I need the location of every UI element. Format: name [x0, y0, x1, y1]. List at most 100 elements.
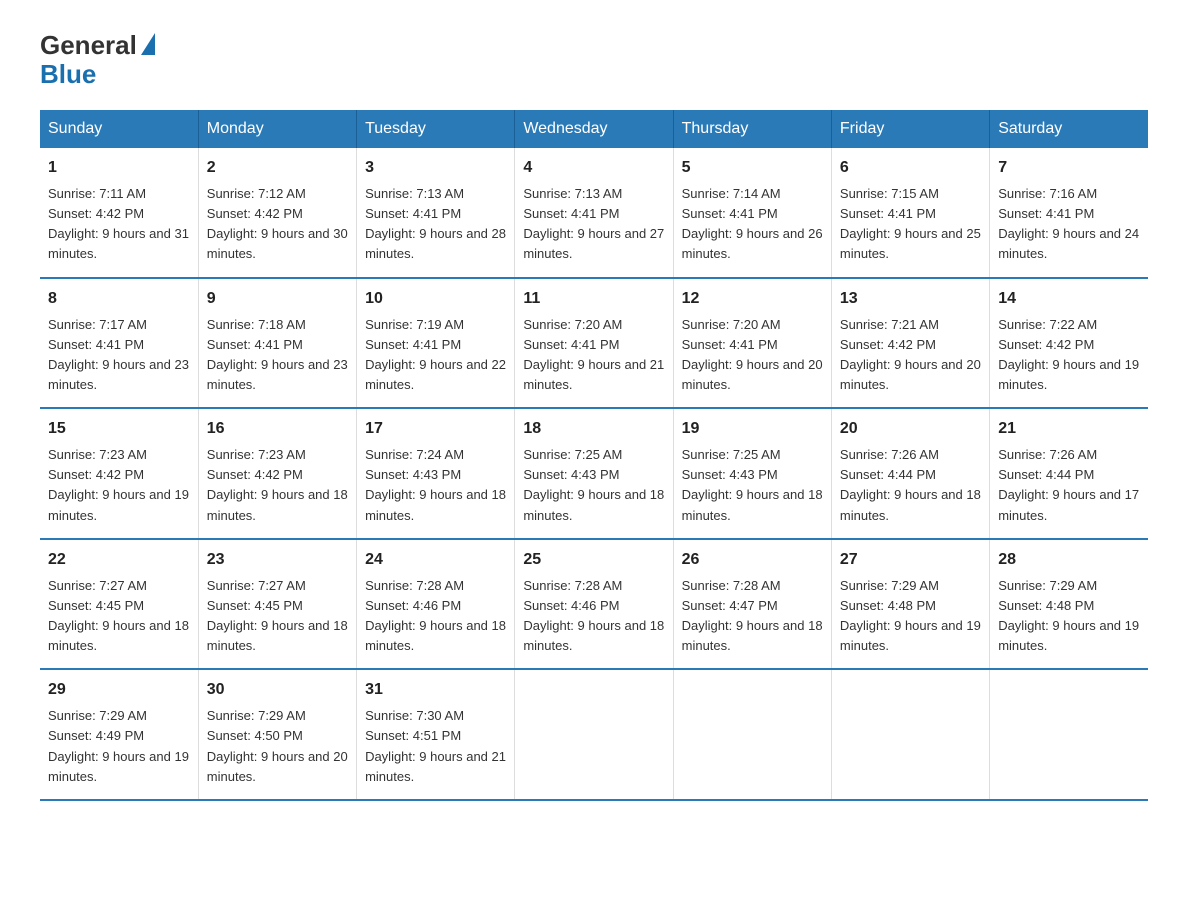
day-number: 20 [840, 417, 981, 441]
day-info: Sunrise: 7:15 AMSunset: 4:41 PMDaylight:… [840, 184, 981, 265]
day-number: 29 [48, 678, 190, 702]
day-number: 31 [365, 678, 506, 702]
calendar-week-5: 29 Sunrise: 7:29 AMSunset: 4:49 PMDayligh… [40, 669, 1148, 800]
logo-general-text: General [40, 30, 137, 61]
day-number: 9 [207, 287, 348, 311]
calendar-cell: 1 Sunrise: 7:11 AMSunset: 4:42 PMDaylight… [40, 148, 198, 278]
calendar-cell: 3 Sunrise: 7:13 AMSunset: 4:41 PMDaylight… [357, 148, 515, 278]
logo: General Blue [40, 30, 155, 90]
day-info: Sunrise: 7:11 AMSunset: 4:42 PMDaylight:… [48, 184, 190, 265]
day-number: 14 [998, 287, 1140, 311]
day-number: 28 [998, 548, 1140, 572]
day-info: Sunrise: 7:23 AMSunset: 4:42 PMDaylight:… [48, 445, 190, 526]
day-number: 7 [998, 156, 1140, 180]
day-info: Sunrise: 7:24 AMSunset: 4:43 PMDaylight:… [365, 445, 506, 526]
calendar-cell [831, 669, 989, 800]
day-info: Sunrise: 7:28 AMSunset: 4:46 PMDaylight:… [365, 576, 506, 657]
calendar-cell: 23Sunrise: 7:27 AMSunset: 4:45 PMDayligh… [198, 539, 356, 670]
calendar-cell: 18 Sunrise: 7:25 AMSunset: 4:43 PMDayligh… [515, 408, 673, 539]
calendar-cell: 28 Sunrise: 7:29 AMSunset: 4:48 PMDayligh… [990, 539, 1148, 670]
day-info: Sunrise: 7:19 AMSunset: 4:41 PMDaylight:… [365, 315, 506, 396]
day-info: Sunrise: 7:20 AMSunset: 4:41 PMDaylight:… [523, 315, 664, 396]
day-info: Sunrise: 7:20 AMSunset: 4:41 PMDaylight:… [682, 315, 823, 396]
day-number: 8 [48, 287, 190, 311]
header-monday: Monday [198, 110, 356, 148]
day-info: Sunrise: 7:30 AMSunset: 4:51 PMDaylight:… [365, 706, 506, 787]
day-info: Sunrise: 7:29 AMSunset: 4:48 PMDaylight:… [998, 576, 1140, 657]
day-info: Sunrise: 7:28 AMSunset: 4:46 PMDaylight:… [523, 576, 664, 657]
calendar-table: SundayMondayTuesdayWednesdayThursdayFrid… [40, 110, 1148, 801]
day-number: 11 [523, 287, 664, 311]
calendar-cell: 26 Sunrise: 7:28 AMSunset: 4:47 PMDayligh… [673, 539, 831, 670]
header-tuesday: Tuesday [357, 110, 515, 148]
day-number: 23 [207, 548, 348, 572]
calendar-week-4: 22 Sunrise: 7:27 AMSunset: 4:45 PMDayligh… [40, 539, 1148, 670]
page-header: General Blue [40, 30, 1148, 90]
calendar-cell: 31 Sunrise: 7:30 AMSunset: 4:51 PMDayligh… [357, 669, 515, 800]
day-number: 12 [682, 287, 823, 311]
logo-triangle-icon [141, 33, 155, 55]
calendar-week-3: 15 Sunrise: 7:23 AMSunset: 4:42 PMDayligh… [40, 408, 1148, 539]
day-number: 24 [365, 548, 506, 572]
day-number: 1 [48, 156, 190, 180]
calendar-cell: 14 Sunrise: 7:22 AMSunset: 4:42 PMDayligh… [990, 278, 1148, 409]
day-info: Sunrise: 7:29 AMSunset: 4:48 PMDaylight:… [840, 576, 981, 657]
calendar-cell: 30 Sunrise: 7:29 AMSunset: 4:50 PMDayligh… [198, 669, 356, 800]
day-info: Sunrise: 7:13 AMSunset: 4:41 PMDaylight:… [523, 184, 664, 265]
calendar-cell: 19Sunrise: 7:25 AMSunset: 4:43 PMDayligh… [673, 408, 831, 539]
day-info: Sunrise: 7:21 AMSunset: 4:42 PMDaylight:… [840, 315, 981, 396]
calendar-cell [673, 669, 831, 800]
calendar-cell: 15 Sunrise: 7:23 AMSunset: 4:42 PMDayligh… [40, 408, 198, 539]
calendar-cell: 6 Sunrise: 7:15 AMSunset: 4:41 PMDaylight… [831, 148, 989, 278]
calendar-cell: 17Sunrise: 7:24 AMSunset: 4:43 PMDayligh… [357, 408, 515, 539]
day-number: 27 [840, 548, 981, 572]
day-number: 18 [523, 417, 664, 441]
day-info: Sunrise: 7:16 AMSunset: 4:41 PMDaylight:… [998, 184, 1140, 265]
calendar-cell: 25 Sunrise: 7:28 AMSunset: 4:46 PMDayligh… [515, 539, 673, 670]
day-number: 4 [523, 156, 664, 180]
day-number: 2 [207, 156, 348, 180]
calendar-week-2: 8 Sunrise: 7:17 AMSunset: 4:41 PMDaylight… [40, 278, 1148, 409]
day-number: 5 [682, 156, 823, 180]
day-info: Sunrise: 7:29 AMSunset: 4:49 PMDaylight:… [48, 706, 190, 787]
day-number: 16 [207, 417, 348, 441]
calendar-cell: 21 Sunrise: 7:26 AMSunset: 4:44 PMDayligh… [990, 408, 1148, 539]
day-number: 13 [840, 287, 981, 311]
header-wednesday: Wednesday [515, 110, 673, 148]
calendar-cell [990, 669, 1148, 800]
calendar-cell: 20Sunrise: 7:26 AMSunset: 4:44 PMDayligh… [831, 408, 989, 539]
day-number: 6 [840, 156, 981, 180]
day-info: Sunrise: 7:29 AMSunset: 4:50 PMDaylight:… [207, 706, 348, 787]
header-friday: Friday [831, 110, 989, 148]
calendar-cell: 10Sunrise: 7:19 AMSunset: 4:41 PMDayligh… [357, 278, 515, 409]
day-number: 22 [48, 548, 190, 572]
header-thursday: Thursday [673, 110, 831, 148]
calendar-cell: 12 Sunrise: 7:20 AMSunset: 4:41 PMDayligh… [673, 278, 831, 409]
day-number: 3 [365, 156, 506, 180]
calendar-cell: 22 Sunrise: 7:27 AMSunset: 4:45 PMDayligh… [40, 539, 198, 670]
day-number: 30 [207, 678, 348, 702]
day-info: Sunrise: 7:13 AMSunset: 4:41 PMDaylight:… [365, 184, 506, 265]
calendar-cell: 8 Sunrise: 7:17 AMSunset: 4:41 PMDaylight… [40, 278, 198, 409]
calendar-cell [515, 669, 673, 800]
day-number: 15 [48, 417, 190, 441]
day-info: Sunrise: 7:18 AMSunset: 4:41 PMDaylight:… [207, 315, 348, 396]
day-info: Sunrise: 7:26 AMSunset: 4:44 PMDaylight:… [998, 445, 1140, 526]
day-info: Sunrise: 7:14 AMSunset: 4:41 PMDaylight:… [682, 184, 823, 265]
calendar-cell: 4 Sunrise: 7:13 AMSunset: 4:41 PMDaylight… [515, 148, 673, 278]
day-info: Sunrise: 7:22 AMSunset: 4:42 PMDaylight:… [998, 315, 1140, 396]
day-number: 25 [523, 548, 664, 572]
calendar-cell: 5 Sunrise: 7:14 AMSunset: 4:41 PMDaylight… [673, 148, 831, 278]
calendar-cell: 29 Sunrise: 7:29 AMSunset: 4:49 PMDayligh… [40, 669, 198, 800]
day-info: Sunrise: 7:28 AMSunset: 4:47 PMDaylight:… [682, 576, 823, 657]
header-saturday: Saturday [990, 110, 1148, 148]
day-number: 26 [682, 548, 823, 572]
day-info: Sunrise: 7:27 AMSunset: 4:45 PMDaylight:… [48, 576, 190, 657]
header-sunday: Sunday [40, 110, 198, 148]
day-info: Sunrise: 7:25 AMSunset: 4:43 PMDaylight:… [523, 445, 664, 526]
day-number: 21 [998, 417, 1140, 441]
calendar-cell: 9 Sunrise: 7:18 AMSunset: 4:41 PMDaylight… [198, 278, 356, 409]
day-number: 19 [682, 417, 823, 441]
calendar-header-row: SundayMondayTuesdayWednesdayThursdayFrid… [40, 110, 1148, 148]
day-info: Sunrise: 7:17 AMSunset: 4:41 PMDaylight:… [48, 315, 190, 396]
